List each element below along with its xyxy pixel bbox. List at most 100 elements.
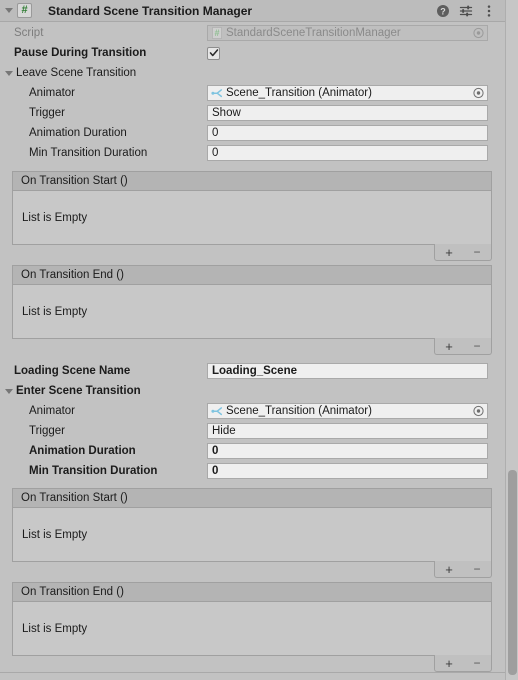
leave-on-transition-start-remove-button[interactable]: − xyxy=(466,245,488,260)
triangle-down-icon xyxy=(5,388,13,394)
enter-on-transition-end-event: On Transition End () List is Empty + − xyxy=(12,582,492,672)
enter-animation-duration-label: Animation Duration xyxy=(29,445,136,457)
enter-on-transition-start-list[interactable]: List is Empty xyxy=(13,508,491,561)
enter-scene-transition-label: Enter Scene Transition xyxy=(16,385,141,397)
leave-trigger-label: Trigger xyxy=(29,107,65,119)
kebab-menu-icon[interactable] xyxy=(482,4,496,18)
leave-on-transition-end-remove-button[interactable]: − xyxy=(466,339,488,354)
leave-animation-duration-value: 0 xyxy=(212,127,219,139)
leave-on-transition-end-list[interactable]: List is Empty xyxy=(13,285,491,338)
leave-on-transition-start-empty: List is Empty xyxy=(22,211,88,224)
header-icon-group: ? xyxy=(436,0,496,22)
object-picker-icon xyxy=(473,27,484,38)
help-icon[interactable]: ? xyxy=(436,4,450,18)
object-picker-icon[interactable] xyxy=(473,405,484,417)
enter-trigger-row: Trigger Hide xyxy=(0,421,518,441)
vertical-scrollbar[interactable] xyxy=(505,0,518,680)
svg-text:?: ? xyxy=(440,7,446,17)
enter-on-transition-end-empty: List is Empty xyxy=(22,622,88,635)
enter-animator-label: Animator xyxy=(29,405,76,417)
enter-animator-field[interactable]: Scene_Transition (Animator) xyxy=(207,403,488,419)
leave-min-transition-duration-input[interactable]: 0 xyxy=(207,145,488,161)
enter-on-transition-start-remove-button[interactable]: − xyxy=(466,562,488,577)
enter-on-transition-start-event: On Transition Start () List is Empty + − xyxy=(12,488,492,578)
leave-on-transition-end-empty: List is Empty xyxy=(22,305,88,318)
animator-bone-icon xyxy=(211,407,223,416)
leave-min-transition-duration-row: Min Transition Duration 0 xyxy=(0,143,518,163)
leave-animation-duration-row: Animation Duration 0 xyxy=(0,123,518,143)
triangle-down-icon xyxy=(5,8,13,13)
cs-script-icon: # xyxy=(212,26,222,39)
leave-on-transition-start-event: On Transition Start () List is Empty + − xyxy=(12,171,492,261)
leave-on-transition-start-header[interactable]: On Transition Start () xyxy=(13,172,491,191)
enter-min-transition-duration-input[interactable]: 0 xyxy=(207,463,488,479)
leave-animator-field[interactable]: Scene_Transition (Animator) xyxy=(207,85,488,101)
enter-min-transition-duration-row: Min Transition Duration 0 xyxy=(0,461,518,481)
object-picker-icon[interactable] xyxy=(473,87,484,99)
loading-scene-name-input[interactable]: Loading_Scene xyxy=(207,363,488,379)
component-header[interactable]: # Standard Scene Transition Manager ? xyxy=(0,0,518,22)
loading-scene-name-value: Loading_Scene xyxy=(212,365,297,377)
pause-during-transition-row[interactable]: Pause During Transition xyxy=(0,43,518,63)
triangle-down-icon xyxy=(5,70,13,76)
enter-trigger-label: Trigger xyxy=(29,425,65,437)
enter-trigger-input[interactable]: Hide xyxy=(207,423,488,439)
leave-on-transition-end-event: On Transition End () List is Empty + − xyxy=(12,265,492,355)
enter-min-transition-duration-value: 0 xyxy=(212,465,219,477)
enter-trigger-value: Hide xyxy=(212,425,236,437)
leave-animation-duration-input[interactable]: 0 xyxy=(207,125,488,141)
leave-scene-transition-foldout[interactable]: Leave Scene Transition xyxy=(0,63,518,83)
enter-animator-row: Animator Scene_Transition (Animator) xyxy=(0,401,518,421)
enter-on-transition-end-list[interactable]: List is Empty xyxy=(13,602,491,655)
leave-min-transition-duration-value: 0 xyxy=(212,147,219,159)
leave-on-transition-end-footer: + − xyxy=(434,338,492,355)
enter-animation-duration-value: 0 xyxy=(212,445,219,457)
leave-on-transition-end-add-button[interactable]: + xyxy=(438,339,460,354)
script-row: Script # StandardSceneTransitionManager xyxy=(0,22,518,43)
pause-during-transition-label: Pause During Transition xyxy=(14,47,147,59)
enter-on-transition-end-add-button[interactable]: + xyxy=(438,656,460,671)
leave-on-transition-end-header[interactable]: On Transition End () xyxy=(13,266,491,285)
animator-bone-icon xyxy=(211,89,223,98)
enter-on-transition-start-add-button[interactable]: + xyxy=(438,562,460,577)
enter-scene-transition-foldout[interactable]: Enter Scene Transition xyxy=(0,381,518,401)
leave-trigger-input[interactable]: Show xyxy=(207,105,488,121)
leave-trigger-row: Trigger Show xyxy=(0,103,518,123)
component-foldout-toggle[interactable] xyxy=(2,4,16,18)
cs-script-badge-icon: # xyxy=(17,3,32,18)
script-field: # StandardSceneTransitionManager xyxy=(207,24,488,41)
enter-animation-duration-input[interactable]: 0 xyxy=(207,443,488,459)
leave-animator-row: Animator Scene_Transition (Animator) xyxy=(0,83,518,103)
pause-during-transition-checkbox[interactable] xyxy=(207,46,220,60)
script-badge-glyph: # xyxy=(21,4,28,16)
svg-text:#: # xyxy=(214,28,219,38)
inspector-body: Script # StandardSceneTransitionManager … xyxy=(0,22,518,672)
loading-scene-name-label: Loading Scene Name xyxy=(14,365,131,377)
enter-on-transition-end-footer: + − xyxy=(434,655,492,672)
enter-section-toggle[interactable] xyxy=(2,384,16,398)
enter-on-transition-start-empty: List is Empty xyxy=(22,528,88,541)
scrollbar-thumb[interactable] xyxy=(508,470,517,675)
component-title: Standard Scene Transition Manager xyxy=(48,3,253,18)
leave-section-toggle[interactable] xyxy=(2,66,16,80)
leave-animation-duration-label: Animation Duration xyxy=(29,127,127,139)
enter-animation-duration-row: Animation Duration 0 xyxy=(0,441,518,461)
leave-animator-value: Scene_Transition (Animator) xyxy=(226,87,372,99)
enter-animator-value: Scene_Transition (Animator) xyxy=(226,405,372,417)
enter-on-transition-start-footer: + − xyxy=(434,561,492,578)
leave-trigger-value: Show xyxy=(212,107,241,119)
leave-on-transition-start-footer: + − xyxy=(434,244,492,261)
preset-settings-icon[interactable] xyxy=(459,4,473,18)
leave-min-transition-duration-label: Min Transition Duration xyxy=(29,147,148,159)
enter-on-transition-end-remove-button[interactable]: − xyxy=(466,656,488,671)
leave-on-transition-start-list[interactable]: List is Empty xyxy=(13,191,491,244)
checkmark-icon xyxy=(209,49,218,57)
script-value: StandardSceneTransitionManager xyxy=(226,26,401,39)
enter-on-transition-end-header[interactable]: On Transition End () xyxy=(13,583,491,602)
leave-on-transition-start-add-button[interactable]: + xyxy=(438,245,460,260)
enter-on-transition-start-header[interactable]: On Transition Start () xyxy=(13,489,491,508)
loading-scene-name-row: Loading Scene Name Loading_Scene xyxy=(0,361,518,381)
bottom-divider xyxy=(0,672,505,673)
inspector-panel: # Standard Scene Transition Manager ? Sc… xyxy=(0,0,518,680)
script-label: Script xyxy=(14,26,44,39)
